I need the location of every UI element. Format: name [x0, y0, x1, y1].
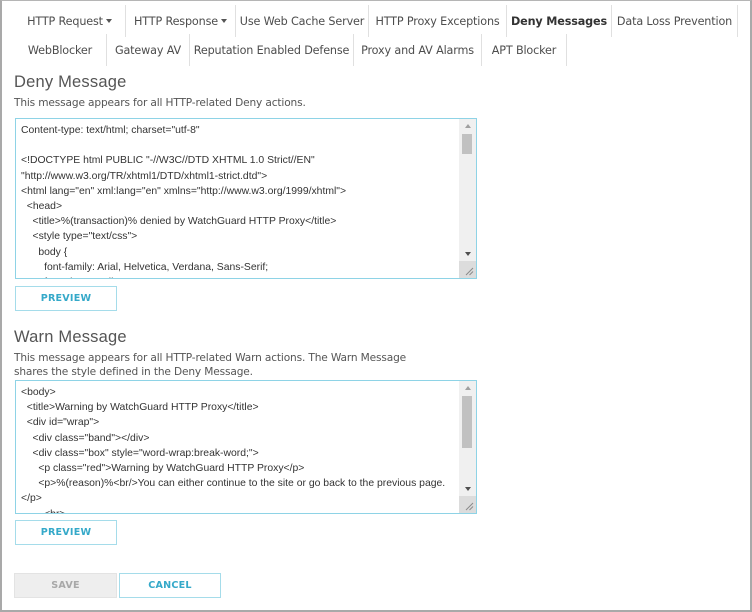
- scrollbar-thumb[interactable]: [462, 134, 472, 154]
- scroll-down-arrow-icon[interactable]: [459, 247, 476, 261]
- tab-label: WebBlocker: [27, 43, 93, 57]
- warn-description-line-2: shares the style defined in the Deny Mes…: [14, 366, 253, 378]
- deny-message-description: This message appears for all HTTP-relate…: [14, 97, 306, 109]
- tab-label: HTTP Request: [27, 14, 103, 28]
- tab-data-loss-prevention[interactable]: Data Loss Prevention: [612, 5, 738, 37]
- tab-row-1: HTTP Request HTTP Response Use Web Cache…: [14, 5, 738, 37]
- chevron-down-icon: [220, 19, 227, 23]
- tab-use-web-cache-server[interactable]: Use Web Cache Server: [236, 5, 369, 37]
- resize-grip-icon[interactable]: [459, 496, 476, 513]
- tab-gateway-av[interactable]: Gateway AV: [107, 34, 190, 66]
- tab-label: HTTP Proxy Exceptions: [375, 14, 500, 28]
- tab-label: APT Blocker: [491, 43, 557, 57]
- warn-description-line-1: This message appears for all HTTP-relate…: [14, 352, 407, 364]
- scroll-up-arrow-icon[interactable]: [459, 119, 476, 133]
- warn-preview-button[interactable]: PREVIEW: [15, 520, 117, 545]
- tab-label: Reputation Enabled Defense: [193, 43, 350, 57]
- resize-grip-icon[interactable]: [459, 261, 476, 278]
- chevron-down-icon: [105, 19, 112, 23]
- tab-label: Deny Messages: [511, 14, 607, 28]
- tab-webblocker[interactable]: WebBlocker: [14, 34, 107, 66]
- save-button[interactable]: SAVE: [14, 573, 117, 598]
- tab-label: Gateway AV: [114, 43, 182, 57]
- scroll-down-arrow-icon[interactable]: [459, 482, 476, 496]
- tab-label: Proxy and AV Alarms: [361, 43, 474, 57]
- tab-http-proxy-exceptions[interactable]: HTTP Proxy Exceptions: [369, 5, 507, 37]
- deny-message-editor[interactable]: Content-type: text/html; charset="utf-8"…: [15, 118, 477, 279]
- deny-message-textarea[interactable]: Content-type: text/html; charset="utf-8"…: [16, 119, 459, 278]
- tab-label: HTTP Response: [134, 14, 218, 28]
- tab-reputation-enabled-defense[interactable]: Reputation Enabled Defense: [190, 34, 354, 66]
- cancel-button[interactable]: CANCEL: [119, 573, 221, 598]
- warn-message-title: Warn Message: [14, 328, 127, 346]
- tab-row-2: WebBlocker Gateway AV Reputation Enabled…: [14, 34, 567, 66]
- scroll-up-arrow-icon[interactable]: [459, 381, 476, 395]
- warn-message-textarea[interactable]: <body> <title>Warning by WatchGuard HTTP…: [16, 381, 459, 513]
- deny-message-scrollbar[interactable]: [459, 119, 476, 278]
- page-frame: HTTP Request HTTP Response Use Web Cache…: [0, 0, 752, 612]
- tab-http-response[interactable]: HTTP Response: [126, 5, 236, 37]
- warn-message-description: This message appears for all HTTP-relate…: [14, 351, 406, 379]
- deny-message-title: Deny Message: [14, 73, 127, 91]
- tab-label: Use Web Cache Server: [239, 14, 365, 28]
- tab-label: Data Loss Prevention: [616, 14, 733, 28]
- warn-message-editor[interactable]: <body> <title>Warning by WatchGuard HTTP…: [15, 380, 477, 514]
- tab-http-request[interactable]: HTTP Request: [14, 5, 126, 37]
- warn-message-scrollbar[interactable]: [459, 381, 476, 513]
- tab-deny-messages[interactable]: Deny Messages: [507, 5, 612, 37]
- deny-preview-button[interactable]: PREVIEW: [15, 286, 117, 311]
- tab-proxy-and-av-alarms[interactable]: Proxy and AV Alarms: [354, 34, 482, 66]
- tab-apt-blocker[interactable]: APT Blocker: [482, 34, 567, 66]
- scrollbar-thumb[interactable]: [462, 396, 472, 448]
